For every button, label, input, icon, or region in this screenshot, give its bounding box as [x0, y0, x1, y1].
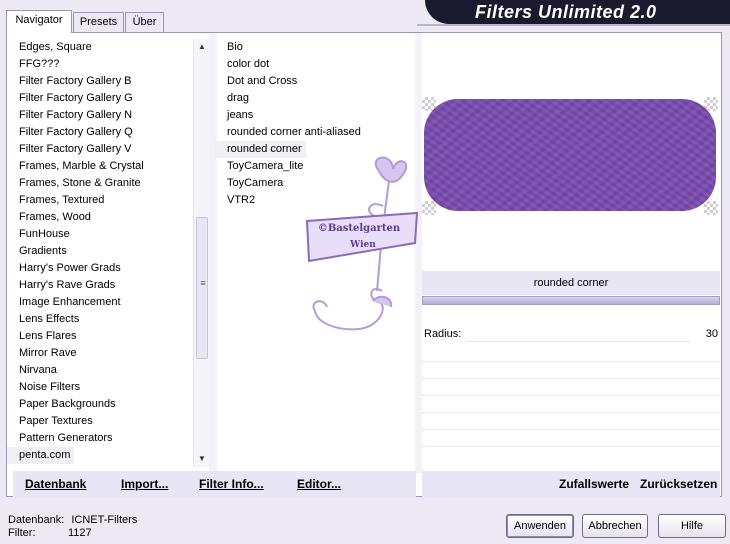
main-panel: Edges, Square FFG??? Filter Factory Galler… [6, 32, 722, 497]
category-item[interactable]: Frames, Textured [7, 192, 197, 209]
help-button[interactable]: Hilfe [658, 514, 726, 538]
category-item[interactable]: Nirvana [7, 362, 197, 379]
watermark-line2: Wien [349, 240, 376, 250]
filter-item[interactable]: rounded corner anti-aliased [215, 124, 415, 141]
category-item[interactable]: FunHouse [7, 226, 197, 243]
param-row-empty [422, 446, 720, 447]
category-item[interactable]: Lens Effects [7, 311, 197, 328]
param-row-empty [422, 429, 720, 430]
filter-info-link[interactable]: Filter Info... [199, 477, 264, 491]
category-item[interactable]: Filter Factory Gallery Q [7, 124, 197, 141]
param-row-empty [422, 378, 720, 379]
filter-item[interactable]: Dot and Cross [215, 73, 415, 90]
param-radius-row[interactable]: Radius: 30 [422, 325, 720, 345]
watermark-logo: ©Bastelgarten Wien [305, 156, 419, 331]
scrollbar-thumb[interactable]: ≡ [196, 217, 208, 359]
param-row-empty [422, 395, 720, 396]
transparency-corner [704, 201, 718, 215]
category-scrollbar[interactable]: ▲ ≡ ▼ [193, 39, 209, 467]
current-filter-name: rounded corner [422, 271, 720, 295]
category-item[interactable]: Harry's Power Grads [7, 260, 197, 277]
right-toolbar: Zufallswerte Zurücksetzen [422, 471, 720, 497]
tab-navigator[interactable]: Navigator [6, 10, 72, 33]
cancel-button[interactable]: Abbrechen [582, 514, 648, 538]
database-link[interactable]: Datenbank [25, 477, 86, 491]
category-item[interactable]: Frames, Stone & Granite [7, 175, 197, 192]
param-slider-track[interactable] [466, 341, 690, 342]
filter-item[interactable]: color dot [215, 56, 415, 73]
transparency-corner [422, 201, 436, 215]
apply-button[interactable]: Anwenden [506, 514, 574, 538]
filter-item[interactable]: Bio [215, 39, 415, 56]
category-item[interactable]: Image Enhancement [7, 294, 197, 311]
filter-item[interactable]: rounded corner [215, 141, 306, 158]
category-item[interactable]: Mirror Rave [7, 345, 197, 362]
param-row-empty [422, 361, 720, 362]
watermark-line1: ©Bastelgarten [318, 223, 401, 234]
category-list[interactable]: Edges, Square FFG??? Filter Factory Galler… [7, 39, 197, 467]
param-row-empty [422, 412, 720, 413]
category-item[interactable]: Filter Factory Gallery N [7, 107, 197, 124]
progress-bar [422, 296, 720, 305]
category-item[interactable]: Frames, Marble & Crystal [7, 158, 197, 175]
preview-area [422, 39, 720, 269]
param-label: Radius: [424, 328, 462, 340]
status-filter-count: Filter: 1127 [8, 527, 92, 539]
left-toolbar: Datenbank Import... Filter Info... Edito… [13, 471, 416, 497]
category-item[interactable]: penta.com [7, 447, 75, 464]
scroll-down-icon[interactable]: ▼ [194, 451, 210, 467]
reset-link[interactable]: Zurücksetzen [640, 477, 717, 491]
category-item[interactable]: Harry's Rave Grads [7, 277, 197, 294]
filter-item[interactable]: drag [215, 90, 415, 107]
import-link[interactable]: Import... [121, 477, 168, 491]
title-banner: Filters Unlimited 2.0 [425, 0, 730, 24]
category-item[interactable]: Lens Flares [7, 328, 197, 345]
category-item[interactable]: Noise Filters [7, 379, 197, 396]
status-database: Datenbank: ICNET-Filters [8, 514, 138, 526]
app-title: Filters Unlimited 2.0 [475, 2, 657, 22]
grip-icon: ≡ [200, 278, 206, 288]
category-item[interactable]: Filter Factory Gallery V [7, 141, 197, 158]
category-item[interactable]: Frames, Wood [7, 209, 197, 226]
param-value: 30 [705, 328, 718, 340]
category-item[interactable]: Paper Textures [7, 413, 197, 430]
preview-image [424, 99, 716, 211]
category-item[interactable]: Edges, Square [7, 39, 197, 56]
scroll-up-icon[interactable]: ▲ [194, 39, 210, 55]
random-values-link[interactable]: Zufallswerte [559, 477, 629, 491]
category-item[interactable]: Filter Factory Gallery B [7, 73, 197, 90]
category-item[interactable]: Gradients [7, 243, 197, 260]
filter-item[interactable]: jeans [215, 107, 415, 124]
tab-about[interactable]: Über [125, 12, 164, 32]
banner-underline [417, 24, 730, 32]
tab-presets[interactable]: Presets [73, 12, 124, 32]
category-item[interactable]: Filter Factory Gallery G [7, 90, 197, 107]
editor-link[interactable]: Editor... [297, 477, 341, 491]
category-item[interactable]: Pattern Generators [7, 430, 197, 447]
category-item[interactable]: Paper Backgrounds [7, 396, 197, 413]
category-item[interactable]: FFG??? [7, 56, 197, 73]
